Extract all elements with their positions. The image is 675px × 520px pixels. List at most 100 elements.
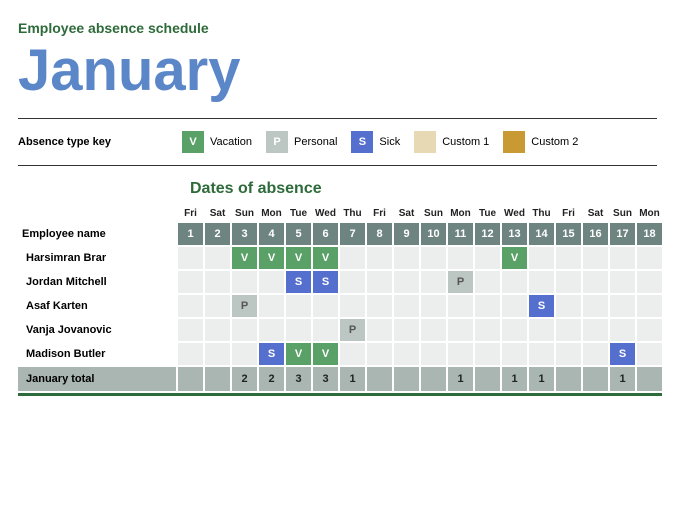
absence-cell[interactable] (367, 343, 392, 365)
absence-cell[interactable] (637, 247, 662, 269)
absence-cell[interactable] (448, 295, 473, 317)
absence-cell[interactable] (259, 319, 284, 341)
absence-cell[interactable] (475, 319, 500, 341)
absence-cell[interactable] (475, 247, 500, 269)
absence-cell[interactable] (259, 295, 284, 317)
absence-cell[interactable]: P (340, 319, 365, 341)
absence-cell[interactable] (394, 295, 419, 317)
absence-cell[interactable] (340, 247, 365, 269)
absence-cell[interactable] (610, 271, 635, 293)
absence-cell[interactable] (556, 343, 581, 365)
dow-5: Tue (286, 208, 311, 221)
absence-cell[interactable] (421, 295, 446, 317)
absence-cell[interactable] (232, 271, 257, 293)
absence-cell[interactable] (286, 295, 311, 317)
absence-cell[interactable] (556, 319, 581, 341)
absence-cell[interactable]: V (286, 247, 311, 269)
absence-cell[interactable] (205, 319, 230, 341)
absence-cell[interactable] (637, 343, 662, 365)
absence-cell[interactable] (502, 343, 527, 365)
absence-cell[interactable] (502, 295, 527, 317)
absence-cell[interactable] (529, 247, 554, 269)
absence-cell[interactable] (205, 343, 230, 365)
absence-cell[interactable]: S (286, 271, 311, 293)
dow-10: Sun (421, 208, 446, 221)
absence-cell[interactable] (178, 343, 203, 365)
absence-cell[interactable] (394, 319, 419, 341)
absence-cell[interactable] (421, 271, 446, 293)
absence-cell[interactable] (529, 343, 554, 365)
absence-cell[interactable] (178, 271, 203, 293)
absence-cell[interactable] (583, 247, 608, 269)
dow-6: Wed (313, 208, 338, 221)
absence-cell[interactable] (583, 343, 608, 365)
absence-cell[interactable] (205, 271, 230, 293)
absence-cell[interactable] (394, 247, 419, 269)
absence-cell[interactable]: V (286, 343, 311, 365)
absence-cell[interactable] (475, 343, 500, 365)
absence-cell[interactable] (637, 319, 662, 341)
absence-cell[interactable]: S (313, 271, 338, 293)
absence-cell[interactable] (610, 319, 635, 341)
absence-cell[interactable] (313, 319, 338, 341)
absence-cell[interactable] (178, 295, 203, 317)
absence-cell[interactable]: V (313, 247, 338, 269)
absence-cell[interactable] (583, 319, 608, 341)
absence-cell[interactable] (556, 247, 581, 269)
absence-cell[interactable] (259, 271, 284, 293)
absence-cell[interactable] (421, 319, 446, 341)
absence-cell[interactable]: V (232, 247, 257, 269)
absence-cell[interactable] (367, 271, 392, 293)
swatch-vacation: V (182, 131, 204, 153)
absence-cell[interactable] (448, 343, 473, 365)
total-cell: 1 (448, 367, 473, 391)
absence-cell[interactable]: P (448, 271, 473, 293)
absence-cell[interactable] (367, 319, 392, 341)
absence-cell[interactable] (340, 343, 365, 365)
absence-cell[interactable] (367, 295, 392, 317)
absence-cell[interactable] (178, 247, 203, 269)
absence-cell[interactable] (232, 343, 257, 365)
absence-cell[interactable] (205, 247, 230, 269)
absence-cell[interactable] (313, 295, 338, 317)
absence-cell[interactable] (637, 271, 662, 293)
dow-17: Sun (610, 208, 635, 221)
absence-cell[interactable] (286, 319, 311, 341)
absence-cell[interactable]: V (259, 247, 284, 269)
absence-cell[interactable] (178, 319, 203, 341)
absence-cell[interactable]: V (313, 343, 338, 365)
dow-7: Thu (340, 208, 365, 221)
absence-cell[interactable] (394, 343, 419, 365)
daynum-5: 5 (286, 223, 311, 245)
absence-cell[interactable] (502, 319, 527, 341)
absence-cell[interactable] (475, 295, 500, 317)
absence-cell[interactable] (556, 295, 581, 317)
absence-cell[interactable] (205, 295, 230, 317)
absence-cell[interactable]: V (502, 247, 527, 269)
absence-cell[interactable] (529, 319, 554, 341)
absence-cell[interactable] (637, 295, 662, 317)
absence-cell[interactable] (610, 295, 635, 317)
absence-cell[interactable] (529, 271, 554, 293)
absence-cell[interactable]: S (259, 343, 284, 365)
absence-cell[interactable]: S (529, 295, 554, 317)
absence-cell[interactable] (340, 295, 365, 317)
daynum-18: 18 (637, 223, 662, 245)
absence-cell[interactable] (475, 271, 500, 293)
absence-cell[interactable] (448, 319, 473, 341)
absence-cell[interactable]: S (610, 343, 635, 365)
absence-cell[interactable] (232, 319, 257, 341)
absence-cell[interactable] (583, 271, 608, 293)
absence-cell[interactable] (421, 343, 446, 365)
absence-cell[interactable] (583, 295, 608, 317)
absence-cell[interactable] (502, 271, 527, 293)
absence-cell[interactable] (340, 271, 365, 293)
absence-cell[interactable] (394, 271, 419, 293)
daynum-4: 4 (259, 223, 284, 245)
absence-cell[interactable] (448, 247, 473, 269)
absence-cell[interactable] (421, 247, 446, 269)
absence-cell[interactable] (610, 247, 635, 269)
absence-cell[interactable] (556, 271, 581, 293)
absence-cell[interactable]: P (232, 295, 257, 317)
absence-cell[interactable] (367, 247, 392, 269)
